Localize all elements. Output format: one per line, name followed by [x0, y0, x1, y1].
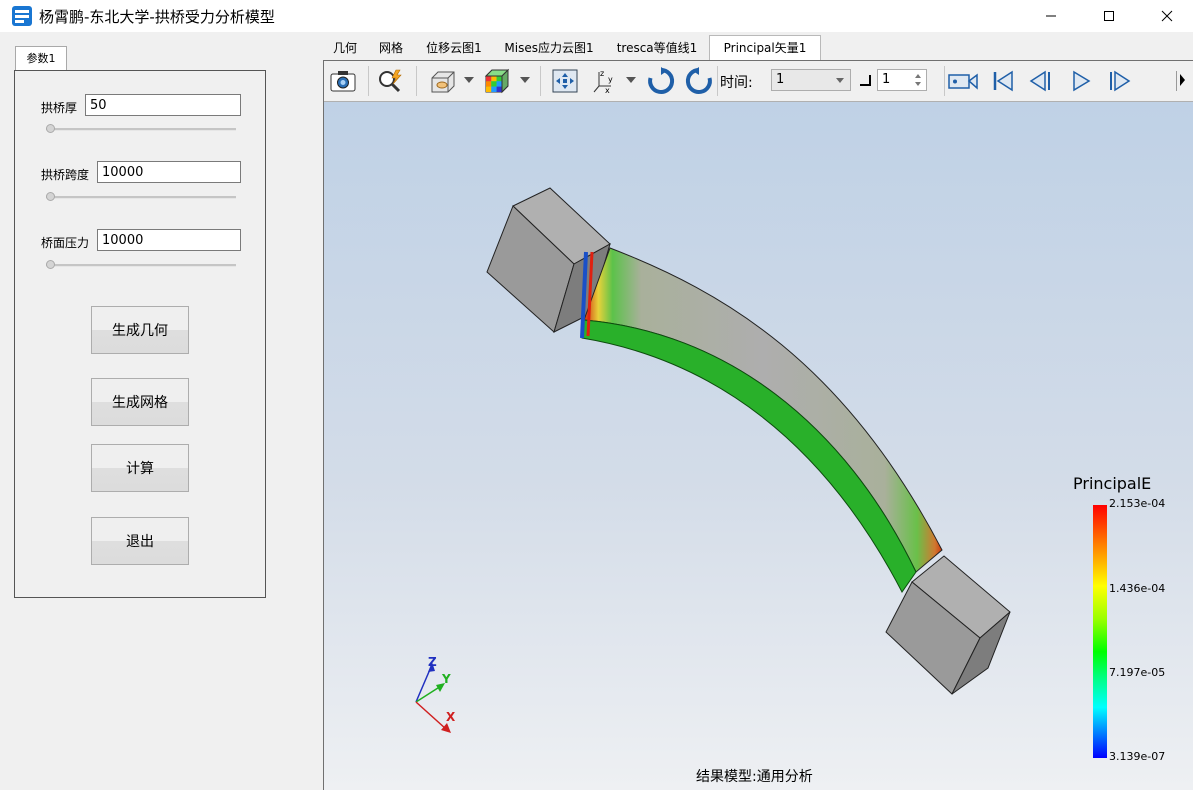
prev-frame-icon — [1029, 70, 1050, 92]
close-icon — [1161, 10, 1173, 22]
first-frame-button[interactable] — [988, 67, 1018, 95]
toolbar-overflow-button[interactable] — [1176, 71, 1189, 91]
generate-mesh-button[interactable]: 生成网格 — [91, 378, 189, 426]
axes-button[interactable]: z y x — [590, 67, 620, 95]
svg-text:z: z — [600, 69, 604, 78]
arch-span-label: 拱桥跨度 — [41, 168, 90, 182]
arch-thickness-slider[interactable] — [46, 124, 236, 133]
view-mode-button[interactable] — [428, 67, 458, 95]
tab-mesh[interactable]: 网格 — [369, 36, 413, 60]
chevron-down-icon — [836, 78, 844, 83]
deck-pressure-label: 桥面压力 — [41, 236, 90, 250]
view-mode-dropdown[interactable] — [464, 77, 474, 83]
color-cube-icon — [484, 68, 510, 94]
result-viewport[interactable]: Z Y X PrincipalE 2.153e-04 1.436e-04 7.1… — [324, 102, 1193, 790]
svg-text:y: y — [608, 75, 613, 84]
toolbar-separator — [416, 66, 417, 96]
toolbar-separator — [368, 66, 369, 96]
tab-geometry[interactable]: 几何 — [323, 36, 367, 60]
slider-thumb[interactable] — [46, 124, 55, 133]
spin-down-icon[interactable] — [915, 82, 921, 86]
result-caption: 结果模型:通用分析 — [696, 769, 813, 785]
minimize-icon — [1046, 15, 1056, 17]
step-spinbox[interactable]: 1 — [877, 69, 927, 91]
arch-thickness-label: 拱桥厚 — [41, 101, 78, 115]
record-icon — [948, 73, 978, 90]
arch-thickness-input[interactable]: 50 — [85, 94, 241, 116]
fit-view-button[interactable] — [550, 67, 580, 95]
slider-thumb[interactable] — [46, 260, 55, 269]
triad-x-label: X — [446, 710, 456, 724]
tab-principal[interactable]: Principal矢量1 — [709, 35, 821, 61]
rotate-cw-icon — [648, 67, 675, 94]
svg-text:x: x — [605, 86, 610, 94]
chevron-right-icon — [1180, 74, 1185, 86]
tab-displacement[interactable]: 位移云图1 — [419, 36, 489, 60]
tab-tresca[interactable]: tresca等值线1 — [609, 36, 705, 60]
legend-colorbar — [1093, 505, 1107, 758]
color-map-button[interactable] — [482, 67, 512, 95]
first-frame-icon — [993, 70, 1013, 92]
rotate-cw-button[interactable] — [646, 67, 676, 95]
play-button[interactable] — [1066, 67, 1096, 95]
deck-pressure-slider[interactable] — [46, 260, 236, 269]
view-mode-icon — [431, 71, 455, 93]
close-button[interactable] — [1138, 0, 1193, 32]
arch-span-input[interactable]: 10000 — [97, 161, 241, 183]
viewer-toolbar: z y x 时间: 1 1 — [324, 61, 1193, 102]
camera-icon — [330, 71, 356, 92]
time-label: 时间: — [720, 75, 753, 91]
window-title: 杨霄鹏-东北大学-拱桥受力分析模型 — [39, 8, 275, 26]
spin-up-icon[interactable] — [915, 74, 921, 78]
zoom-button[interactable] — [376, 67, 406, 95]
legend-label-min: 3.139e-07 — [1109, 750, 1166, 763]
triad-y-label: Y — [442, 672, 451, 686]
deck-pressure-input[interactable]: 10000 — [97, 229, 241, 251]
play-icon — [1073, 70, 1091, 92]
compute-button[interactable]: 计算 — [91, 444, 189, 492]
generate-geometry-button[interactable]: 生成几何 — [91, 306, 189, 354]
tab-params[interactable]: 参数1 — [15, 46, 67, 71]
bridge-model — [415, 187, 1011, 733]
next-frame-button[interactable] — [1104, 67, 1134, 95]
rotate-ccw-button[interactable] — [684, 67, 714, 95]
arch-span-slider[interactable] — [46, 192, 236, 201]
zoom-icon — [379, 69, 402, 93]
legend-label-max: 2.153e-04 — [1109, 497, 1166, 510]
legend-title: PrincipalE — [1073, 474, 1152, 493]
triad-z-label: Z — [428, 655, 437, 669]
time-select[interactable]: 1 — [771, 69, 851, 91]
color-map-dropdown[interactable] — [520, 77, 530, 83]
toolbar-separator — [540, 66, 541, 96]
step-icon — [860, 75, 871, 86]
legend-label-high: 1.436e-04 — [1109, 582, 1166, 595]
fit-view-icon — [552, 69, 578, 93]
app-icon — [12, 6, 32, 26]
prev-frame-button[interactable] — [1026, 67, 1056, 95]
params-panel: 拱桥厚 50 拱桥跨度 10000 桥面压力 10000 生成几何 生成网格 计… — [14, 70, 266, 598]
toolbar-separator — [944, 66, 945, 96]
tab-mises[interactable]: Mises应力云图1 — [499, 36, 599, 60]
screenshot-button[interactable] — [328, 67, 358, 95]
maximize-button[interactable] — [1080, 0, 1138, 32]
next-frame-icon — [1110, 70, 1131, 92]
record-button[interactable] — [948, 67, 978, 95]
minimize-button[interactable] — [1022, 0, 1080, 32]
step-value: 1 — [882, 72, 891, 87]
axes-icon: z y x — [593, 69, 613, 94]
title-bar: 杨霄鹏-东北大学-拱桥受力分析模型 — [0, 0, 1193, 32]
legend-label-low: 7.197e-05 — [1109, 666, 1166, 679]
time-select-value: 1 — [776, 72, 785, 87]
maximize-icon — [1104, 11, 1114, 21]
exit-button[interactable]: 退出 — [91, 517, 189, 565]
toolbar-separator — [717, 66, 718, 96]
axes-dropdown[interactable] — [626, 77, 636, 83]
slider-thumb[interactable] — [46, 192, 55, 201]
rotate-ccw-icon — [685, 67, 712, 94]
